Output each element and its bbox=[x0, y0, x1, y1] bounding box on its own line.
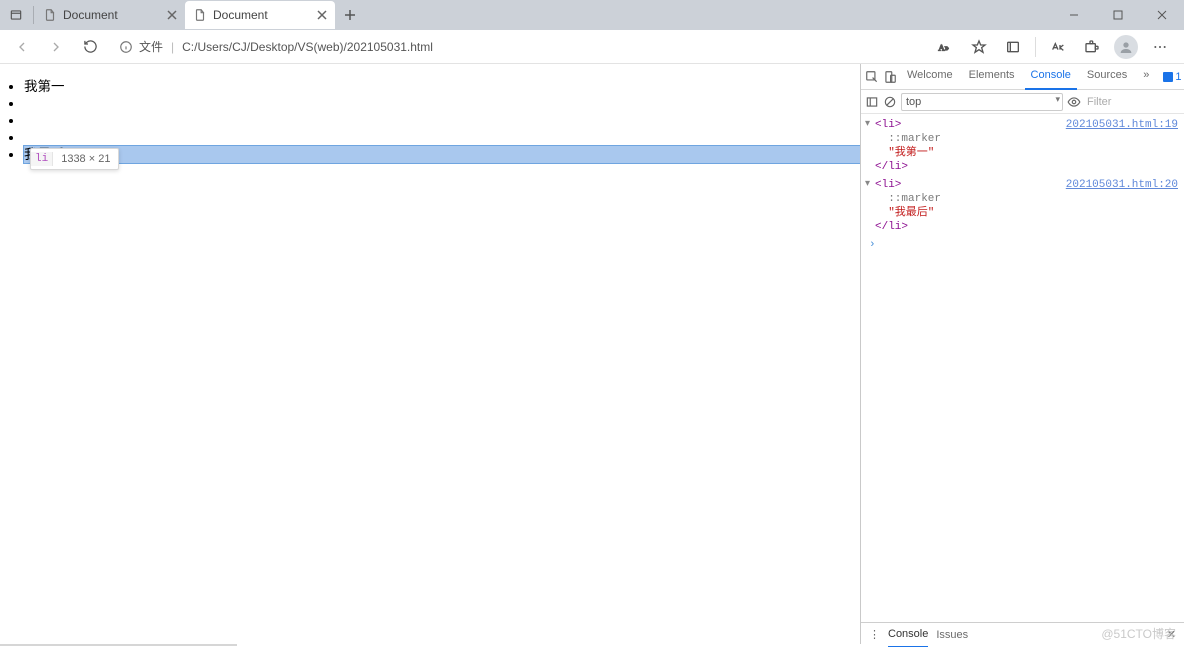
address-protocol-label: 文件 bbox=[139, 38, 163, 55]
inspect-icon[interactable] bbox=[865, 67, 879, 87]
window-minimize-button[interactable] bbox=[1052, 0, 1096, 30]
devtools-panel: Welcome Elements Console Sources » 1 默认级… bbox=[860, 64, 1184, 646]
address-bar[interactable]: 文件 | C:/Users/CJ/Desktop/VS(web)/2021050… bbox=[110, 33, 923, 61]
window-close-button[interactable] bbox=[1140, 0, 1184, 30]
window-maximize-button[interactable] bbox=[1096, 0, 1140, 30]
browser-tab-1[interactable]: Document bbox=[185, 1, 335, 29]
page-viewport: 我第一 我最后 li 1338 × 21 bbox=[0, 64, 860, 646]
tab-title: Document bbox=[213, 8, 309, 22]
browser-tab-0[interactable]: Document bbox=[35, 1, 185, 29]
extensions-icon[interactable] bbox=[1076, 33, 1108, 61]
tab-overflow[interactable]: » bbox=[1137, 63, 1155, 90]
console-prompt[interactable]: › bbox=[861, 238, 1184, 252]
badge-icon bbox=[1163, 72, 1173, 82]
filter-input[interactable] bbox=[1085, 95, 1184, 109]
toolbar-icon-1[interactable] bbox=[1042, 33, 1074, 61]
read-aloud-icon[interactable]: A» bbox=[929, 33, 961, 61]
browser-toolbar: 文件 | C:/Users/CJ/Desktop/VS(web)/2021050… bbox=[0, 30, 1184, 64]
tab-title: Document bbox=[63, 8, 159, 22]
forward-button[interactable] bbox=[42, 33, 70, 61]
console-log-entry[interactable]: ▾ 202105031.html:20 <li> ::marker "我最后" … bbox=[861, 178, 1184, 238]
more-icon[interactable] bbox=[1144, 33, 1176, 61]
avatar-icon bbox=[1114, 35, 1138, 59]
list-item bbox=[24, 95, 860, 112]
clear-icon[interactable] bbox=[883, 92, 897, 112]
tab-console[interactable]: Console bbox=[1025, 63, 1077, 90]
caret-icon[interactable]: ▾ bbox=[865, 178, 870, 192]
browser-tab-strip: Document Document bbox=[0, 0, 1184, 30]
sidebar-icon[interactable] bbox=[865, 92, 879, 112]
profile-button[interactable] bbox=[1110, 33, 1142, 61]
close-icon[interactable] bbox=[315, 8, 329, 22]
tab-separator bbox=[33, 6, 34, 24]
reload-button[interactable] bbox=[76, 33, 104, 61]
page-icon bbox=[193, 8, 207, 22]
back-button[interactable] bbox=[8, 33, 36, 61]
tooltip-tag: li bbox=[31, 152, 53, 166]
source-link[interactable]: 202105031.html:19 bbox=[1066, 118, 1178, 132]
close-icon[interactable]: ✕ bbox=[1167, 628, 1176, 641]
element-dimensions-tooltip: li 1338 × 21 bbox=[30, 148, 119, 170]
tab-actions-icon[interactable] bbox=[0, 8, 32, 22]
toolbar-separator bbox=[1035, 37, 1036, 57]
context-select[interactable] bbox=[901, 93, 1063, 111]
list-item: 我第一 bbox=[24, 78, 860, 95]
device-icon[interactable] bbox=[883, 67, 897, 87]
console-log-entry[interactable]: ▾ 202105031.html:19 <li> ::marker "我第一" … bbox=[861, 118, 1184, 178]
tab-elements[interactable]: Elements bbox=[963, 63, 1021, 90]
caret-icon[interactable]: ▾ bbox=[865, 118, 870, 132]
live-expression-icon[interactable] bbox=[1067, 93, 1081, 111]
site-info-icon[interactable] bbox=[119, 40, 133, 54]
list-item bbox=[24, 112, 860, 129]
source-link[interactable]: 202105031.html:20 bbox=[1066, 178, 1178, 192]
console-output: ▾ 202105031.html:19 <li> ::marker "我第一" … bbox=[861, 114, 1184, 622]
collections-icon[interactable] bbox=[997, 33, 1029, 61]
close-icon[interactable] bbox=[165, 8, 179, 22]
tab-sources[interactable]: Sources bbox=[1081, 63, 1133, 90]
list-item bbox=[24, 129, 860, 146]
address-path: C:/Users/CJ/Desktop/VS(web)/202105031.ht… bbox=[182, 40, 433, 54]
new-tab-button[interactable] bbox=[335, 9, 365, 21]
devtools-drawer: ⋮ Console Issues ✕ bbox=[861, 622, 1184, 646]
tooltip-dimensions: 1338 × 21 bbox=[53, 152, 118, 166]
console-toolbar: 默认级别▼ 1 个问 bbox=[861, 90, 1184, 114]
tab-welcome[interactable]: Welcome bbox=[901, 63, 959, 90]
address-separator: | bbox=[169, 40, 176, 54]
devtools-tab-bar: Welcome Elements Console Sources » 1 bbox=[861, 64, 1184, 90]
drawer-tab-console[interactable]: Console bbox=[888, 623, 928, 647]
message-badge[interactable]: 1 bbox=[1163, 71, 1181, 83]
drawer-menu-icon[interactable]: ⋮ bbox=[869, 628, 880, 641]
context-select-wrap bbox=[901, 93, 1063, 111]
svg-text:A»: A» bbox=[938, 42, 949, 52]
list-item-highlighted: 我最后 bbox=[24, 146, 860, 163]
favorites-icon[interactable] bbox=[963, 33, 995, 61]
drawer-tab-issues[interactable]: Issues bbox=[936, 629, 968, 641]
page-icon bbox=[43, 8, 57, 22]
demo-list: 我第一 我最后 bbox=[0, 78, 860, 163]
